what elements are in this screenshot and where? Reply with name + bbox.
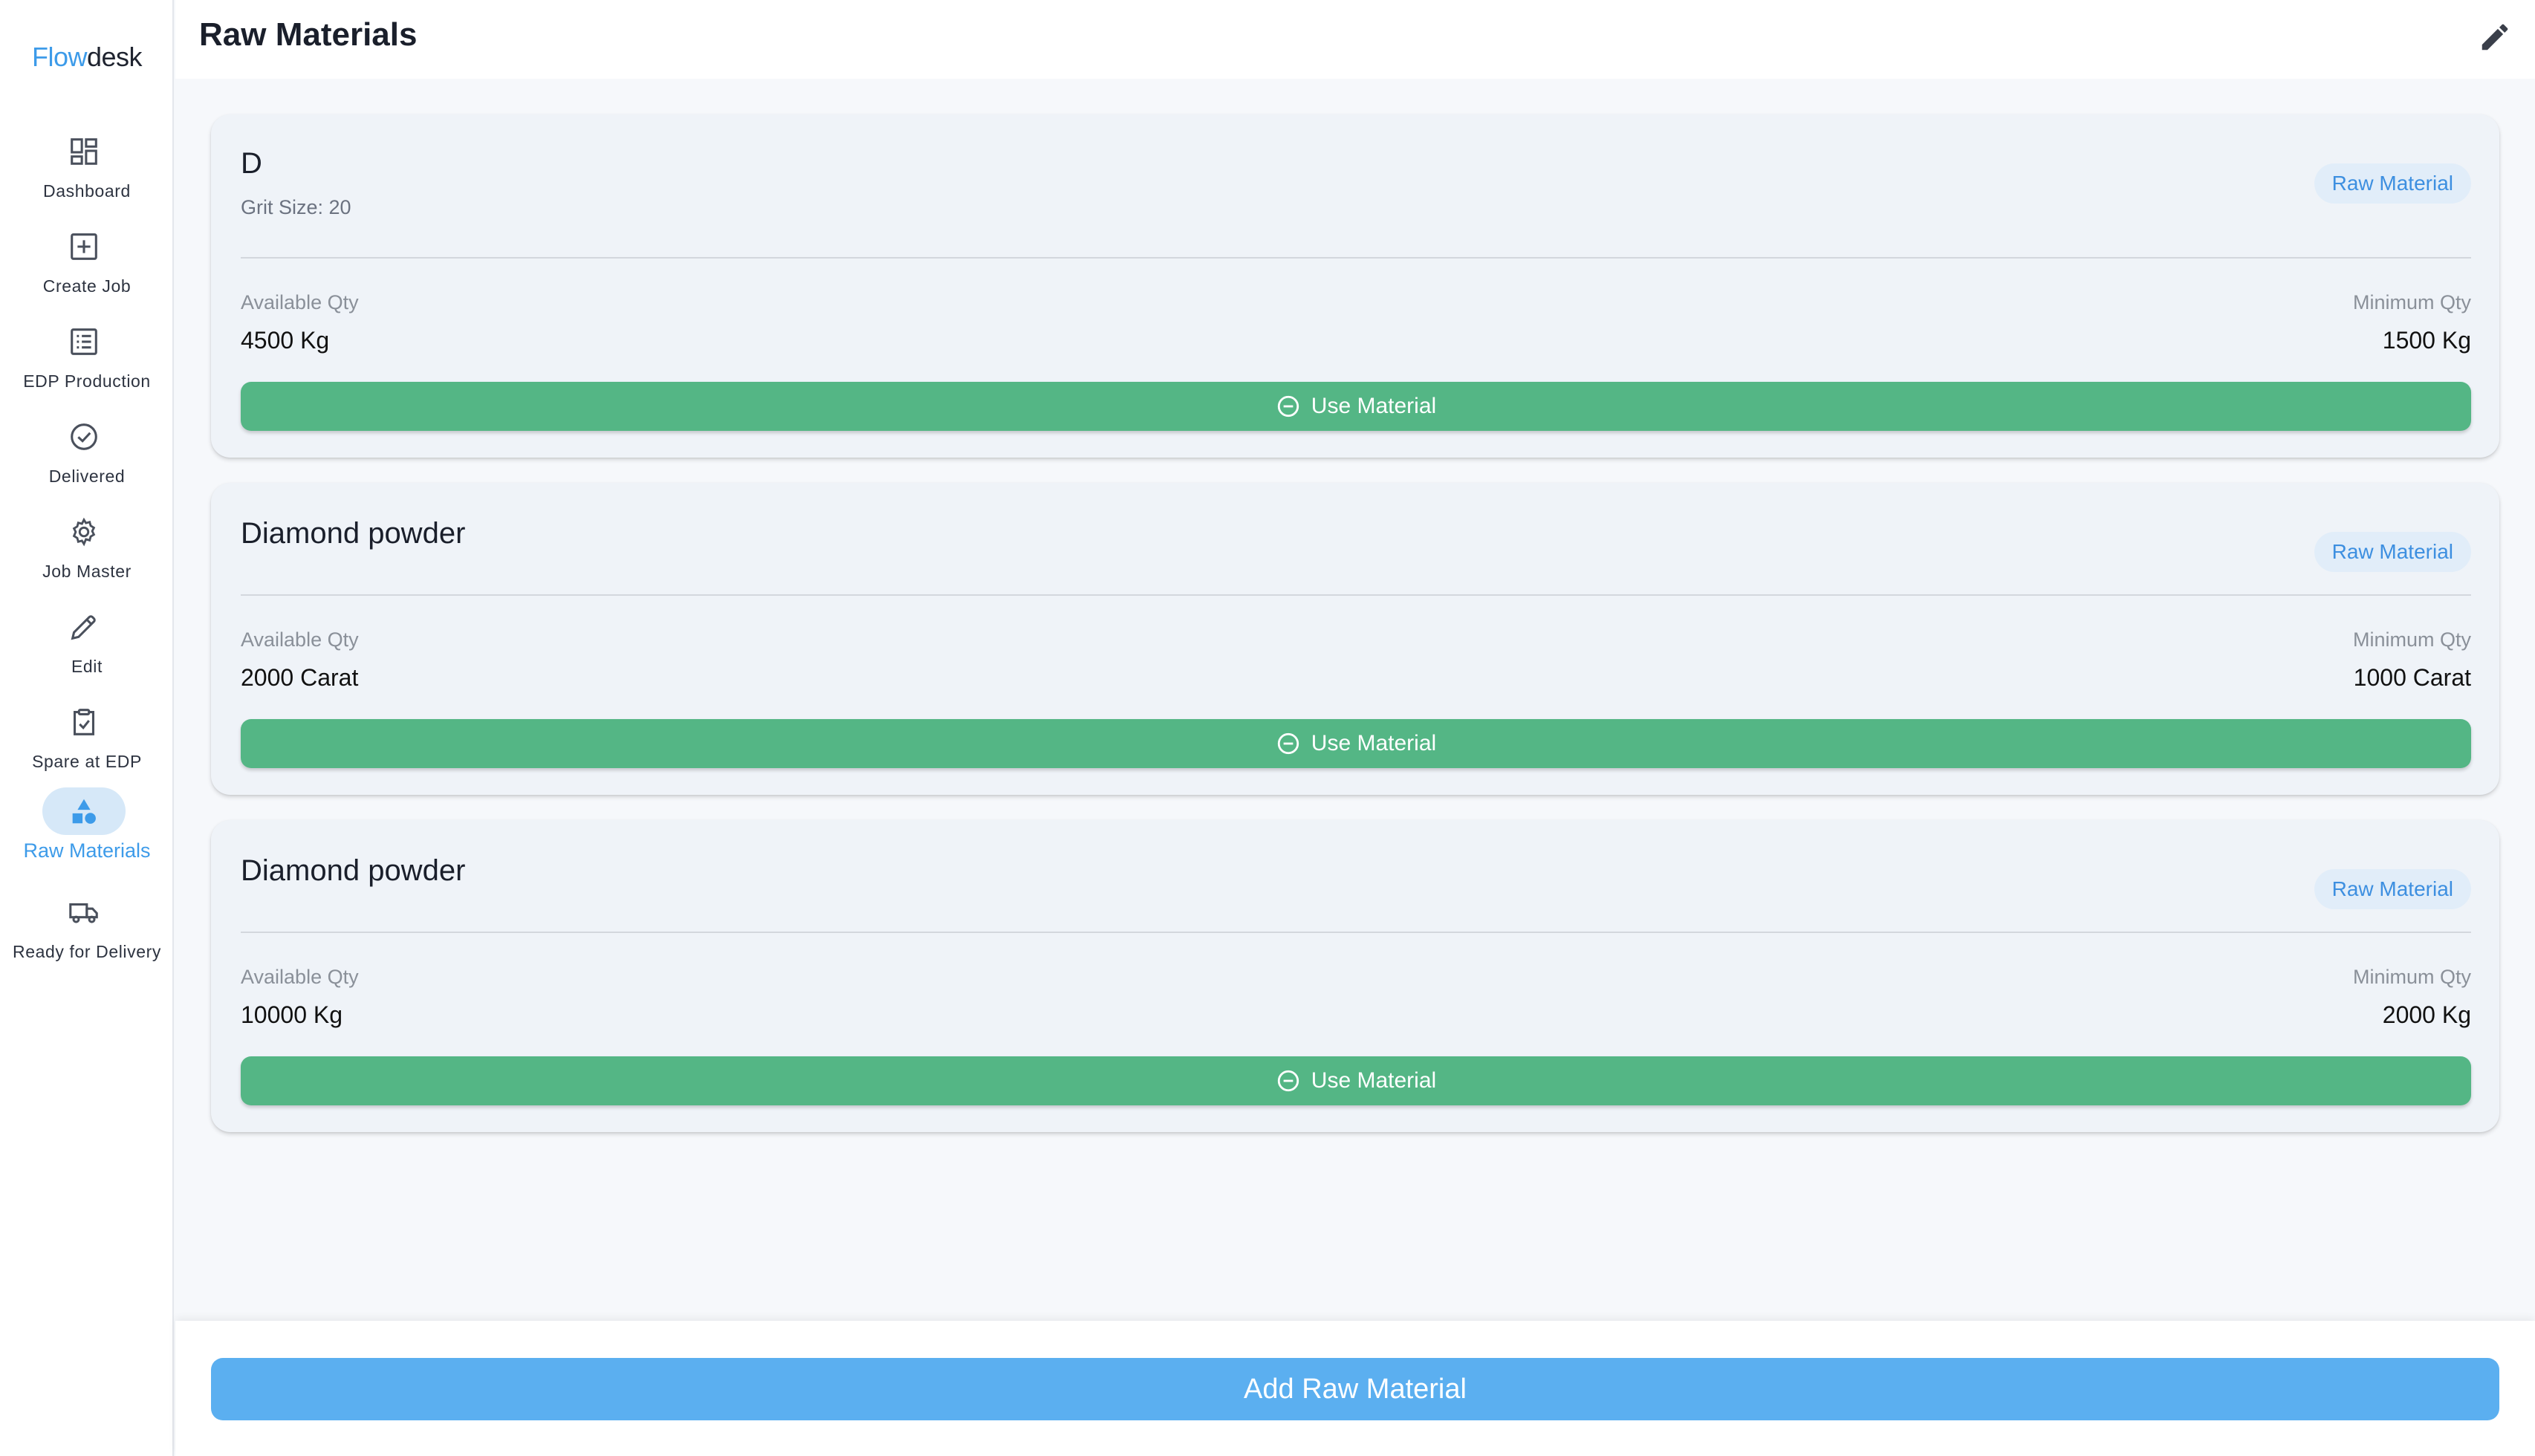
sidebar-item-dashboard[interactable]: Dashboard bbox=[0, 128, 174, 209]
minimum-qty-value: 1500 Kg bbox=[2382, 327, 2471, 354]
minus-circle-icon bbox=[1277, 395, 1299, 417]
sidebar-item-create-job[interactable]: Create Job bbox=[0, 223, 174, 305]
material-type-badge: Raw Material bbox=[2314, 532, 2471, 572]
use-material-label: Use Material bbox=[1311, 1068, 1437, 1093]
list-icon bbox=[42, 318, 126, 365]
material-name: Diamond powder bbox=[241, 854, 466, 887]
check-circle-icon bbox=[42, 413, 126, 461]
sidebar-item-label: Edit bbox=[71, 657, 103, 676]
page-title: Raw Materials bbox=[199, 16, 418, 53]
card-divider bbox=[241, 932, 2471, 933]
material-type-badge: Raw Material bbox=[2314, 869, 2471, 909]
sidebar-item-label: EDP Production bbox=[23, 371, 151, 391]
available-qty-label: Available Qty bbox=[241, 628, 359, 651]
available-qty-value: 4500 Kg bbox=[241, 327, 330, 354]
pencil-icon bbox=[42, 603, 126, 651]
shapes-icon bbox=[42, 787, 126, 835]
minimum-qty-value: 1000 Carat bbox=[2353, 664, 2471, 691]
minimum-qty-value: 2000 Kg bbox=[2382, 1001, 2471, 1028]
use-material-button[interactable]: Use Material bbox=[241, 382, 2471, 431]
sidebar-item-label: Ready for Delivery bbox=[13, 942, 161, 961]
page-header: Raw Materials bbox=[175, 0, 2535, 79]
sidebar-item-job-master[interactable]: Job Master bbox=[0, 508, 174, 590]
dashboard-icon bbox=[42, 128, 126, 175]
sidebar: Flowdesk Dashboard Create Job EDP Produc… bbox=[0, 0, 174, 1456]
gear-icon bbox=[42, 508, 126, 556]
minus-circle-icon bbox=[1277, 732, 1299, 755]
material-type-badge: Raw Material bbox=[2314, 163, 2471, 204]
sidebar-item-label: Job Master bbox=[42, 562, 132, 581]
available-qty-value: 2000 Carat bbox=[241, 664, 359, 691]
material-subtitle: Grit Size: 20 bbox=[241, 196, 351, 218]
sidebar-item-raw-materials[interactable]: Raw Materials bbox=[0, 787, 174, 869]
use-material-label: Use Material bbox=[1311, 731, 1437, 755]
logo-text-desk: desk bbox=[86, 42, 143, 72]
sidebar-item-ready-for-delivery[interactable]: Ready for Delivery bbox=[0, 888, 174, 970]
edit-icon[interactable] bbox=[2476, 18, 2514, 56]
sidebar-item-label: Dashboard bbox=[43, 181, 131, 201]
available-qty-label: Available Qty bbox=[241, 291, 359, 313]
material-card: Diamond powder Raw Material Available Qt… bbox=[211, 820, 2499, 1132]
minimum-qty-label: Minimum Qty bbox=[2352, 628, 2471, 651]
material-name: Diamond powder bbox=[241, 517, 466, 550]
add-raw-material-button[interactable]: Add Raw Material bbox=[211, 1358, 2499, 1420]
sidebar-item-edp-production[interactable]: EDP Production bbox=[0, 318, 174, 400]
sidebar-item-label: Raw Materials bbox=[23, 839, 151, 862]
sidebar-item-label: Delivered bbox=[48, 467, 126, 486]
sidebar-item-label: Create Job bbox=[42, 276, 132, 296]
available-qty-value: 10000 Kg bbox=[241, 1001, 343, 1028]
app-logo[interactable]: Flowdesk bbox=[0, 42, 174, 73]
sidebar-item-label: Spare at EDP bbox=[32, 752, 142, 771]
truck-icon bbox=[42, 888, 126, 936]
minimum-qty-label: Minimum Qty bbox=[2352, 966, 2471, 988]
add-box-icon bbox=[42, 223, 126, 270]
page-footer: Add Raw Material bbox=[175, 1321, 2535, 1456]
sidebar-item-edit[interactable]: Edit bbox=[0, 603, 174, 685]
material-name: D bbox=[241, 147, 262, 180]
sidebar-item-delivered[interactable]: Delivered bbox=[0, 413, 174, 495]
use-material-button[interactable]: Use Material bbox=[241, 1056, 2471, 1105]
available-qty-label: Available Qty bbox=[241, 966, 359, 988]
card-divider bbox=[241, 257, 2471, 259]
sidebar-item-spare-at-edp[interactable]: Spare at EDP bbox=[0, 698, 174, 780]
minimum-qty-label: Minimum Qty bbox=[2352, 291, 2471, 313]
minus-circle-icon bbox=[1277, 1070, 1299, 1092]
material-card: Diamond powder Raw Material Available Qt… bbox=[211, 483, 2499, 795]
clipboard-check-icon bbox=[42, 698, 126, 746]
logo-text-flow: Flow bbox=[31, 42, 88, 72]
use-material-label: Use Material bbox=[1311, 394, 1437, 418]
material-card: D Grit Size: 20 Raw Material Available Q… bbox=[211, 114, 2499, 458]
use-material-button[interactable]: Use Material bbox=[241, 719, 2471, 768]
card-divider bbox=[241, 594, 2471, 596]
